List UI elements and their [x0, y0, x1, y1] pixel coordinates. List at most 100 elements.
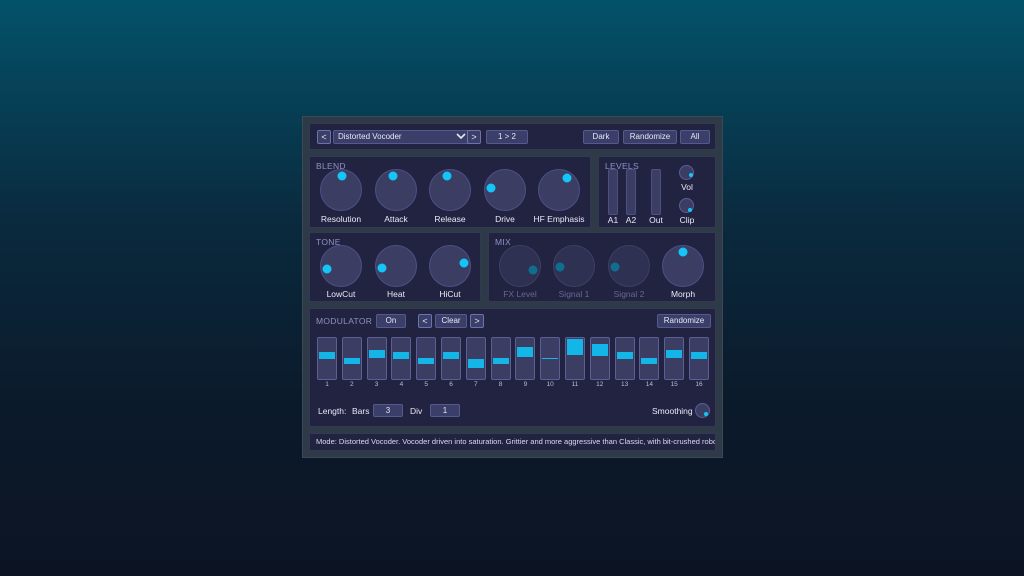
- heat-knob[interactable]: [375, 245, 417, 287]
- step-fill-9: [517, 346, 534, 357]
- resolution-knob[interactable]: [320, 169, 362, 211]
- signal-1-indicator: [555, 262, 565, 272]
- all-button[interactable]: All: [680, 130, 710, 144]
- next-preset-button[interactable]: >: [467, 130, 481, 144]
- resolution-indicator: [337, 171, 347, 181]
- step-number-5: 5: [424, 381, 428, 388]
- div-field[interactable]: 1: [430, 404, 460, 417]
- hf-emphasis-knob[interactable]: [538, 169, 580, 211]
- vol-label: Vol: [681, 182, 693, 192]
- step-number-13: 13: [620, 381, 629, 388]
- step-fill-11: [567, 339, 583, 355]
- meter-out: [651, 169, 661, 215]
- lowcut-knob[interactable]: [320, 245, 362, 287]
- hf-emphasis-label: HF Emphasis: [533, 214, 585, 224]
- meter-a1: [608, 169, 618, 215]
- clip-knob[interactable]: [679, 198, 694, 213]
- clip-indicator: [688, 208, 692, 212]
- step-slider-9[interactable]: [515, 337, 536, 380]
- step-fill-14: [641, 357, 658, 364]
- prev-preset-button[interactable]: <: [317, 130, 331, 144]
- vol-indicator: [689, 173, 693, 177]
- bars-label: Bars: [352, 406, 370, 416]
- step-fill-5: [418, 357, 435, 364]
- step-fill-7: [467, 358, 484, 368]
- heat-indicator: [377, 263, 387, 273]
- randomize-all-button[interactable]: Randomize: [623, 130, 677, 144]
- div-label: Div: [410, 406, 423, 416]
- step-fill-10: [542, 358, 559, 359]
- dark-button[interactable]: Dark: [583, 130, 619, 144]
- modulator-prev-button[interactable]: <: [418, 314, 432, 328]
- step-slider-14[interactable]: [639, 337, 660, 380]
- signal-2-knob[interactable]: [608, 245, 650, 287]
- step-number-11: 11: [571, 381, 579, 388]
- modulator-randomize-button[interactable]: Randomize: [657, 314, 711, 328]
- meter-label-a2: A2: [625, 215, 637, 225]
- step-number-15: 15: [670, 381, 678, 388]
- step-slider-15[interactable]: [664, 337, 685, 380]
- blend-panel: BLEND Resolution Attack Release Drive HF Emp…: [309, 156, 591, 228]
- morph-knob[interactable]: [662, 245, 704, 287]
- step-slider-2[interactable]: [341, 337, 362, 380]
- preset-selector[interactable]: Distorted Vocoder: [333, 130, 473, 144]
- lowcut-indicator: [322, 264, 332, 274]
- step-number-1: 1: [325, 381, 329, 388]
- morph-label: Morph: [670, 289, 696, 299]
- modulator-clear-button[interactable]: Clear: [435, 314, 467, 328]
- step-slider-3[interactable]: [366, 337, 387, 380]
- hicut-label: HiCut: [439, 289, 461, 299]
- step-number-14: 14: [645, 381, 653, 388]
- preset-name: Distorted Vocoder: [338, 132, 402, 141]
- route-button[interactable]: 1 > 2: [486, 130, 528, 144]
- step-slider-7[interactable]: [465, 337, 486, 380]
- step-fill-2: [343, 357, 360, 364]
- hicut-knob[interactable]: [429, 245, 471, 287]
- step-slider-12[interactable]: [589, 337, 610, 380]
- step-fill-3: [368, 350, 385, 359]
- step-slider-4[interactable]: [391, 337, 412, 380]
- release-knob[interactable]: [429, 169, 471, 211]
- step-number-9: 9: [523, 381, 528, 388]
- morph-indicator: [678, 247, 688, 257]
- attack-indicator: [388, 171, 398, 181]
- modulator-next-button[interactable]: >: [470, 314, 484, 328]
- chevron-down-icon: [456, 131, 466, 143]
- step-slider-5[interactable]: [416, 337, 437, 380]
- step-slider-16[interactable]: [689, 337, 709, 380]
- signal-1-knob[interactable]: [553, 245, 595, 287]
- modulator-panel: MODULATOR On < Clear > Randomize 1234567…: [309, 308, 716, 427]
- step-number-8: 8: [498, 381, 503, 388]
- modulator-title: MODULATOR: [316, 316, 373, 326]
- fx-level-knob[interactable]: [499, 245, 541, 287]
- status-bar: Mode: Distorted Vocoder. Vocoder driven …: [309, 433, 716, 451]
- step-number-7: 7: [473, 381, 478, 388]
- step-slider-1[interactable]: [317, 337, 337, 380]
- step-slider-11[interactable]: [565, 337, 585, 380]
- smoothing-knob[interactable]: [695, 403, 710, 418]
- step-number-10: 10: [546, 381, 554, 388]
- step-slider-6[interactable]: [441, 337, 461, 380]
- step-slider-10[interactable]: [540, 337, 561, 380]
- meter-label-out: Out: [649, 215, 663, 225]
- vol-knob[interactable]: [679, 165, 694, 180]
- smoothing-label: Smoothing: [652, 406, 693, 416]
- step-number-16: 16: [695, 381, 703, 388]
- mix-panel: MIX FX Level Signal 1 Signal 2 Morph: [488, 232, 716, 302]
- modulator-on-button[interactable]: On: [376, 314, 406, 328]
- bars-field[interactable]: 3: [373, 404, 403, 417]
- step-number-12: 12: [596, 381, 604, 388]
- step-slider-8[interactable]: [490, 337, 511, 380]
- levels-panel: LEVELS A1 A2 Out Vol Clip: [598, 156, 716, 228]
- step-number-6: 6: [449, 381, 453, 388]
- step-slider-13[interactable]: [614, 337, 635, 380]
- step-fill-4: [393, 351, 410, 359]
- meter-a2: [626, 169, 636, 215]
- length-label: Length:: [318, 406, 347, 416]
- signal-2-indicator: [610, 262, 620, 272]
- release-indicator: [442, 171, 452, 181]
- drive-knob[interactable]: [484, 169, 526, 211]
- drive-indicator: [486, 183, 496, 193]
- hicut-indicator: [459, 258, 469, 268]
- attack-knob[interactable]: [375, 169, 417, 211]
